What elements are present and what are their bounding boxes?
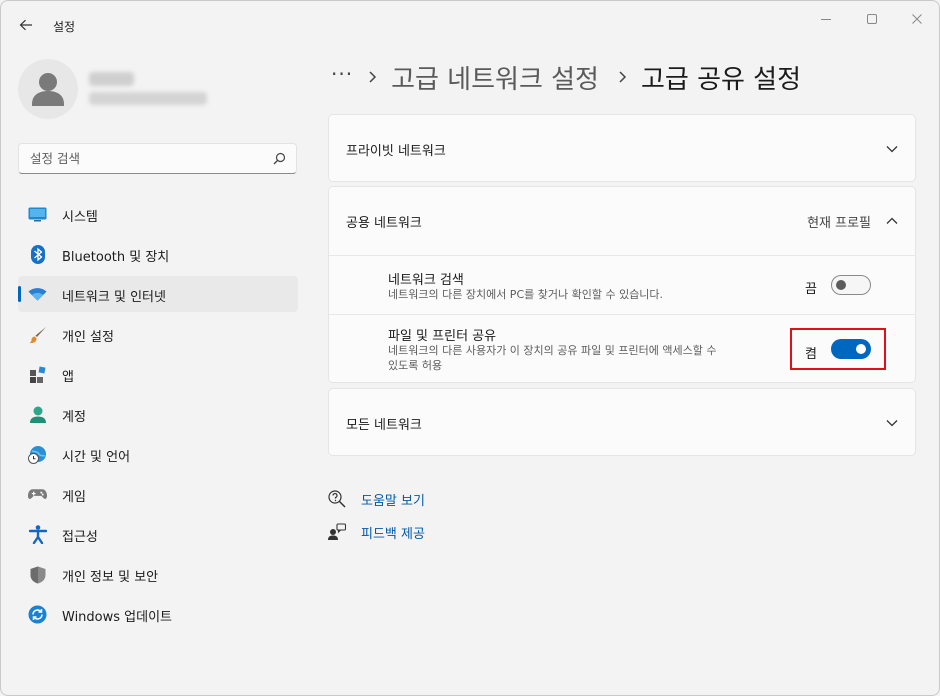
globe-clock-icon bbox=[28, 445, 47, 464]
breadcrumb-more-button[interactable]: ··· bbox=[331, 62, 353, 86]
search-input[interactable] bbox=[19, 144, 259, 173]
feedback-link[interactable]: 피드백 제공 bbox=[328, 521, 425, 543]
section-title: 공용 네트워크 bbox=[346, 216, 422, 231]
network-discovery-state: 끔 bbox=[805, 282, 817, 297]
user-avatar-icon bbox=[32, 73, 64, 106]
sidebar-item-label: 네트워크 및 인터넷 bbox=[62, 290, 166, 305]
avatar bbox=[18, 59, 78, 119]
sidebar-item-windows-update[interactable]: Windows 업데이트 bbox=[18, 596, 298, 632]
sidebar-nav: 시스템 Bluetooth 및 장치 네트워크 및 인터넷 개인 설정 앱 계정… bbox=[18, 196, 298, 636]
sidebar-item-label: 접근성 bbox=[62, 530, 98, 545]
bluetooth-icon bbox=[28, 245, 47, 264]
sidebar-item-label: Bluetooth 및 장치 bbox=[62, 250, 170, 265]
monitor-icon bbox=[28, 205, 47, 224]
back-arrow-icon bbox=[19, 19, 32, 31]
close-icon bbox=[912, 14, 922, 24]
help-icon bbox=[328, 490, 346, 508]
settings-window: 설정 시스템 bbox=[0, 0, 940, 696]
profile-email-redacted bbox=[89, 92, 207, 105]
section-title: 프라이빗 네트워크 bbox=[346, 144, 446, 159]
person-icon bbox=[28, 405, 47, 424]
sidebar-item-label: 계정 bbox=[62, 410, 86, 425]
sidebar-item-accessibility[interactable]: 접근성 bbox=[18, 516, 298, 552]
network-discovery-title: 네트워크 검색 bbox=[388, 273, 464, 288]
breadcrumb: ··· 고급 네트워크 설정 고급 공유 설정 bbox=[331, 57, 801, 97]
app-title: 설정 bbox=[53, 20, 76, 34]
feedback-link-label[interactable]: 피드백 제공 bbox=[361, 523, 425, 542]
sidebar-item-label: 시스템 bbox=[62, 210, 98, 225]
file-printer-sharing-desc-line1: 네트워크의 다른 사용자가 이 장치의 공유 파일 및 프린터에 액세스할 수 bbox=[388, 344, 717, 357]
current-profile-badge: 현재 프로필 bbox=[807, 216, 871, 231]
network-discovery-toggle[interactable] bbox=[831, 275, 871, 295]
chevron-up-icon[interactable] bbox=[885, 214, 899, 228]
sidebar-item-apps[interactable]: 앱 bbox=[18, 356, 298, 392]
breadcrumb-parent-link[interactable]: 고급 네트워크 설정 bbox=[391, 59, 599, 96]
help-link[interactable]: 도움말 보기 bbox=[328, 488, 425, 510]
sidebar-item-label: 게임 bbox=[62, 490, 86, 505]
file-printer-sharing-title: 파일 및 프린터 공유 bbox=[388, 329, 497, 344]
feedback-icon bbox=[328, 523, 346, 541]
divider bbox=[329, 255, 915, 256]
sidebar-item-label: 개인 정보 및 보안 bbox=[62, 570, 159, 585]
section-title: 모든 네트워크 bbox=[346, 418, 422, 433]
chevron-right-icon bbox=[369, 71, 377, 83]
chevron-down-icon[interactable] bbox=[885, 142, 899, 156]
file-printer-sharing-desc-line2: 있도록 허용 bbox=[388, 359, 443, 372]
profile-name-redacted bbox=[89, 72, 134, 86]
title-bar: 설정 bbox=[1, 1, 939, 49]
search-icon[interactable] bbox=[273, 152, 286, 165]
sidebar-item-system[interactable]: 시스템 bbox=[18, 196, 298, 232]
sidebar-item-label: Windows 업데이트 bbox=[62, 610, 173, 625]
maximize-button[interactable] bbox=[849, 7, 895, 31]
minimize-button[interactable] bbox=[803, 7, 849, 31]
toggle-knob bbox=[836, 280, 846, 290]
gamepad-icon bbox=[28, 485, 47, 504]
private-network-section[interactable]: 프라이빗 네트워크 bbox=[328, 114, 916, 182]
accessibility-icon bbox=[28, 525, 47, 544]
shield-icon bbox=[28, 565, 47, 584]
maximize-icon bbox=[867, 14, 877, 24]
help-link-label[interactable]: 도움말 보기 bbox=[361, 490, 425, 509]
page-title: 고급 공유 설정 bbox=[640, 64, 802, 95]
sidebar-item-gaming[interactable]: 게임 bbox=[18, 476, 298, 512]
network-discovery-desc: 네트워크의 다른 장치에서 PC를 찾거나 확인할 수 있습니다. bbox=[388, 288, 664, 301]
wifi-icon bbox=[28, 285, 47, 304]
sidebar-item-label: 개인 설정 bbox=[62, 330, 114, 345]
sidebar-item-privacy[interactable]: 개인 정보 및 보안 bbox=[18, 556, 298, 592]
back-button[interactable] bbox=[13, 13, 39, 37]
all-networks-section[interactable]: 모든 네트워크 bbox=[328, 388, 916, 456]
close-button[interactable] bbox=[894, 7, 939, 31]
chevron-right-icon bbox=[619, 71, 627, 83]
highlight-box bbox=[790, 328, 886, 370]
brush-icon bbox=[28, 325, 47, 344]
minimize-icon bbox=[821, 19, 831, 20]
update-icon bbox=[28, 605, 47, 624]
sidebar-item-bluetooth[interactable]: Bluetooth 및 장치 bbox=[18, 236, 298, 272]
divider bbox=[329, 314, 915, 315]
apps-icon bbox=[28, 365, 47, 384]
public-network-header[interactable]: 공용 네트워크 현재 프로필 bbox=[329, 187, 915, 255]
sidebar-item-label: 앱 bbox=[62, 370, 74, 385]
chevron-down-icon[interactable] bbox=[885, 416, 899, 430]
sidebar-item-accounts[interactable]: 계정 bbox=[18, 396, 298, 432]
sidebar-item-time-language[interactable]: 시간 및 언어 bbox=[18, 436, 298, 472]
settings-search[interactable] bbox=[18, 143, 297, 174]
sidebar-item-label: 시간 및 언어 bbox=[62, 450, 131, 465]
sidebar-item-network[interactable]: 네트워크 및 인터넷 bbox=[18, 276, 298, 312]
sidebar-item-personalization[interactable]: 개인 설정 bbox=[18, 316, 298, 352]
